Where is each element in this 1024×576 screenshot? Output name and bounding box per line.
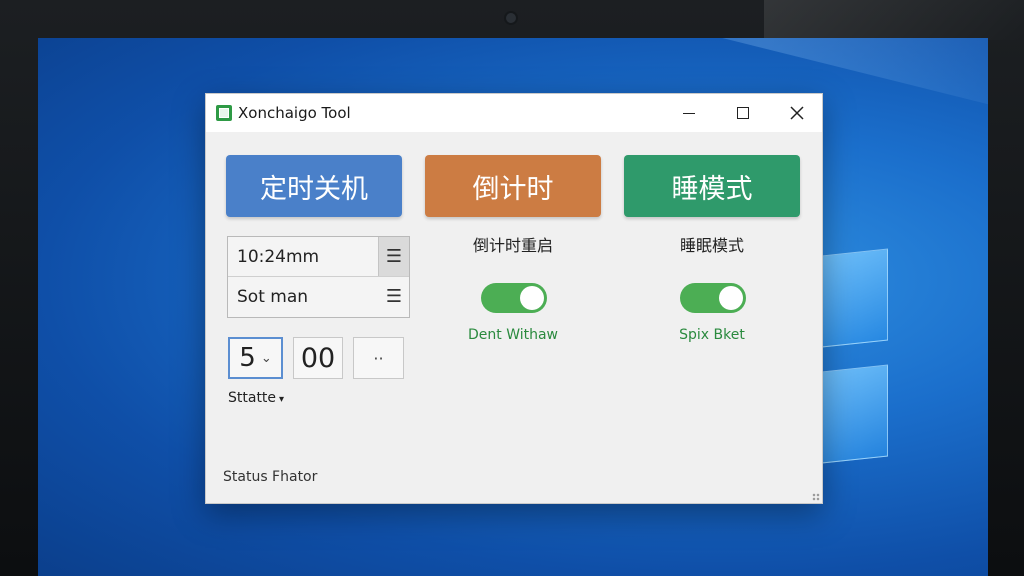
hours-value: 5 [239, 343, 256, 373]
close-icon [790, 106, 804, 120]
window-title: Xonchaigo Tool [238, 104, 351, 122]
minimize-button[interactable] [666, 94, 712, 132]
time-list: 10:24mm ☰ Sot man ☰ [227, 236, 410, 318]
windows-logo-pane-bottom [822, 364, 888, 464]
countdown-button[interactable]: 倒计时 [425, 155, 601, 217]
app-window: Xonchaigo Tool 定时关机 倒计时 睡模式 10:24mm ☰ So… [205, 93, 823, 504]
list-icon[interactable]: ☰ [378, 237, 409, 276]
hours-select[interactable]: 5 ⌄ [228, 337, 283, 379]
title-bar[interactable]: Xonchaigo Tool [206, 94, 822, 132]
toggle-knob [520, 286, 544, 310]
countdown-caption: 倒计时重启 [472, 236, 553, 255]
more-options-button[interactable]: ·· [353, 337, 404, 379]
resize-grip[interactable] [812, 493, 820, 501]
bezel-gloss [764, 0, 1024, 40]
chevron-down-icon: ⌄ [260, 350, 272, 366]
countdown-toggle-label: Dent Withaw [467, 327, 559, 343]
maximize-button[interactable] [720, 94, 766, 132]
time-list-item[interactable]: Sot man ☰ [228, 277, 409, 317]
list-icon[interactable]: ☰ [379, 277, 409, 316]
sleep-mode-button[interactable]: 睡模式 [624, 155, 800, 217]
time-list-item-text: Sot man [237, 287, 309, 307]
chevron-down-icon: ▾ [279, 394, 285, 405]
maximize-icon [737, 107, 749, 119]
minimize-icon [683, 112, 695, 114]
time-list-item[interactable]: 10:24mm ☰ [228, 237, 409, 277]
status-bar-text: Status Fhator [223, 469, 318, 485]
state-dropdown-label: Sttatte [228, 390, 277, 406]
app-icon [216, 105, 232, 121]
close-button[interactable] [774, 94, 820, 132]
toggle-knob [719, 286, 743, 310]
minutes-field[interactable]: 00 [293, 337, 343, 379]
time-list-item-text: 10:24mm [237, 247, 320, 267]
state-dropdown[interactable]: Sttatte ▾ [228, 390, 284, 406]
sleep-toggle-label: Spix Bket [679, 327, 745, 343]
shutdown-timer-button[interactable]: 定时关机 [226, 155, 402, 217]
sleep-caption: 睡眠模式 [679, 236, 744, 255]
windows-logo-pane-top [822, 248, 888, 348]
webcam [506, 13, 516, 23]
sleep-toggle[interactable] [680, 283, 746, 313]
countdown-toggle[interactable] [481, 283, 547, 313]
